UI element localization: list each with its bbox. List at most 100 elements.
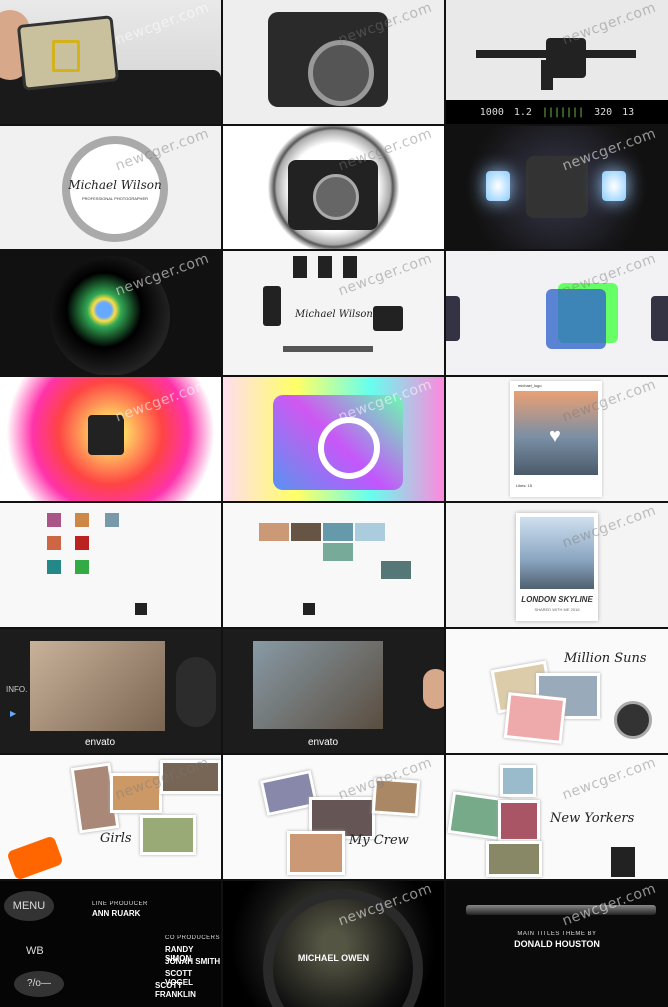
heart-icon: ♥: [549, 425, 561, 447]
play-icon: ▶: [10, 709, 17, 718]
photo-tile: [75, 536, 89, 550]
hud-bar: 1000 1.2 ||||||| 320 13: [446, 100, 668, 124]
photo-card: [500, 765, 536, 797]
frame-album-million-suns: Million Suns: [446, 629, 668, 753]
rig-grip: [541, 60, 553, 90]
frame-credits-main-titles: MAIN TITLES THEME BY DONALD HOUSTON newc…: [446, 881, 668, 1007]
polaroid-subtitle: SHARED WITH ME 2016: [534, 607, 580, 612]
camera-left: [446, 296, 460, 341]
thumbnail-grid: newcger.com newcger.com 1000 1.2 |||||||…: [0, 0, 668, 1007]
main-titles-label: MAIN TITLES THEME BY: [517, 931, 597, 937]
frame-flash-camera: newcger.com: [446, 126, 668, 249]
screen-photo: [30, 641, 165, 731]
camera-icon: [135, 603, 147, 615]
wb-key: WB: [26, 945, 44, 957]
dial: [176, 657, 216, 727]
photo-card: [287, 831, 345, 875]
album-title: My Crew: [349, 833, 409, 848]
frame-credits-producers: MENU WB ?/o— LINE PRODUCER ANN RUARK CO …: [0, 881, 221, 1007]
photo-card: [503, 692, 567, 744]
frame-social-post: michael_lugo ♥ Likes: 15 newcger.com: [446, 377, 668, 501]
photo-tile: [75, 560, 89, 574]
line-producer-name: ANN RUARK: [92, 909, 141, 918]
watermark: newcger.com: [112, 377, 211, 426]
frame-lens-closeup: newcger.com: [0, 251, 221, 375]
finger: [423, 669, 444, 709]
flash-unit: [318, 256, 332, 278]
screen-label-info: INFO.: [6, 685, 28, 694]
photo-tile: [259, 523, 289, 541]
watermark: newcger.com: [559, 0, 658, 49]
watermark: newcger.com: [559, 755, 658, 804]
photo-tile: [47, 513, 61, 527]
coproducer-2: JONAH SMITH: [165, 957, 221, 966]
camera-right: [651, 296, 668, 341]
frame-rainbow-camera: newcger.com: [223, 377, 444, 501]
frame-album-new-yorkers: New Yorkers newcger.com: [446, 755, 668, 879]
camera: [373, 306, 403, 331]
photo-tile: [323, 523, 353, 541]
frame-logo-ring: Michael Wilson PROFESSIONAL PHOTOGRAPHER…: [0, 126, 221, 249]
frame-camera-body: newcger.com: [223, 0, 444, 124]
camera-icon: [303, 603, 315, 615]
frame-vignette-camera: newcger.com: [223, 126, 444, 249]
menu-key: MENU: [4, 891, 54, 921]
logo-name: Michael Wilson: [68, 178, 162, 192]
frame-color-swirl: newcger.com: [0, 377, 221, 501]
frame-credits-lens: MICHAEL OWEN newcger.com: [223, 881, 444, 1007]
card-reader: [6, 835, 64, 879]
flash-unit: [611, 847, 635, 877]
flash-left: [486, 171, 510, 201]
frame-glitch-camera: newcger.com: [446, 251, 668, 375]
screen-brand: envato: [308, 737, 339, 748]
coproducers-label: CO PRODUCERS: [165, 935, 221, 941]
coproducer-4: SCOTT FRANKLIN: [155, 981, 196, 999]
screen-photo: [253, 641, 383, 729]
album-title: Girls: [100, 831, 132, 846]
photo-tile: [355, 523, 385, 541]
photo-card: [140, 815, 196, 855]
hud-iso: 320: [594, 106, 613, 118]
flash-unit: [293, 256, 307, 278]
camera-glitch-blue: [546, 289, 606, 349]
photo-tile: [47, 560, 61, 574]
post-handle: michael_lugo: [518, 383, 542, 388]
watermark: newcger.com: [112, 0, 211, 49]
lens-mount: [318, 417, 380, 479]
frame-rig: 1000 1.2 ||||||| 320 13 newcger.com: [446, 0, 668, 124]
photo-tile: [47, 536, 61, 550]
frame-polaroid: LONDON SKYLINE SHARED WITH ME 2016 newcg…: [446, 503, 668, 627]
hud-shutter: 1000: [479, 106, 504, 118]
logo-tagline: PROFESSIONAL PHOTOGRAPHER: [81, 196, 148, 201]
frame-photo-grid-a: [0, 503, 221, 627]
polaroid-title: LONDON SKYLINE: [521, 595, 593, 604]
album-title: New Yorkers: [550, 811, 635, 826]
frame-album-girls: Girls newcger.com: [0, 755, 221, 879]
flash-unit: [343, 256, 357, 278]
flash-right: [602, 171, 626, 201]
battery-icon: [52, 40, 80, 72]
lens: [614, 701, 652, 739]
hud-shots: 13: [622, 106, 635, 118]
lens-mount: [308, 40, 374, 106]
hud-aperture: 1.2: [513, 106, 532, 118]
lens: [263, 286, 281, 326]
frame-photo-grid-b: [223, 503, 444, 627]
watermark: newcger.com: [335, 126, 434, 175]
hud-meter: |||||||: [541, 106, 585, 118]
watermark: newcger.com: [559, 126, 658, 175]
frame-battery: newcger.com: [0, 0, 221, 124]
frame-lcd-violin: INFO. ▶ envato: [0, 629, 221, 753]
photo-tile: [323, 543, 353, 561]
photo-tile: [75, 513, 89, 527]
screen-brand: envato: [85, 737, 116, 748]
frame-album-my-crew: My Crew newcger.com: [223, 755, 444, 879]
center-credit-name: MICHAEL OWEN: [297, 953, 370, 963]
photo-tile: [105, 513, 119, 527]
lock-key: ?/o—: [14, 971, 64, 997]
lens: [313, 174, 359, 220]
tripod: [283, 346, 373, 352]
line-producer-label: LINE PRODUCER: [92, 901, 148, 907]
album-title: Million Suns: [564, 651, 647, 666]
photo-card: [486, 841, 542, 877]
